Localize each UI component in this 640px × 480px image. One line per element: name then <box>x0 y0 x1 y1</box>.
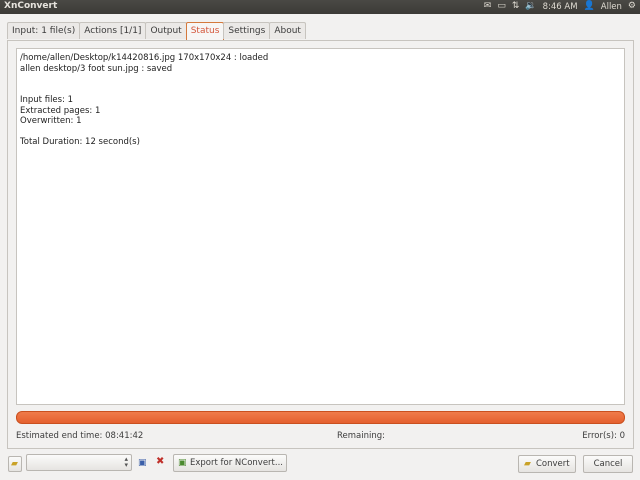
remaining-label: Remaining: <box>337 431 385 441</box>
log-line: Extracted pages: 1 <box>20 105 101 116</box>
preset-combo[interactable]: ▴ ▾ <box>26 454 132 471</box>
bottom-toolbar: ▰ ▴ ▾ ▣ ✖ ▣ Export for NConvert... ▰ Conv… <box>0 452 640 474</box>
log-line: Input files: 1 <box>20 95 74 105</box>
spinner-arrows-icon: ▴ ▾ <box>124 455 128 469</box>
mail-icon[interactable]: ✉ <box>484 1 492 12</box>
network-icon[interactable]: ⇅ <box>512 1 520 12</box>
convert-button[interactable]: ▰ Convert <box>518 455 576 473</box>
tab-bar: Input: 1 file(s) Actions [1/1] Output St… <box>7 22 306 40</box>
gear-icon[interactable]: ⚙ <box>628 1 636 12</box>
indicator-area: ✉ ▭ ⇅ 🔉 8:46 AM 👤 Allen ⚙ <box>484 1 636 12</box>
battery-icon[interactable]: ▭ <box>497 1 506 12</box>
status-log[interactable]: /home/allen/Desktop/k14420816.jpg 170x17… <box>16 48 625 405</box>
tab-settings[interactable]: Settings <box>223 22 271 39</box>
tab-status[interactable]: Status <box>185 22 225 40</box>
convert-icon: ▰ <box>524 459 531 469</box>
tab-input[interactable]: Input: 1 file(s) <box>7 22 81 39</box>
user-icon: 👤 <box>583 1 595 11</box>
status-row: Estimated end time: 08:41:42 Remaining: … <box>16 431 625 443</box>
export-icon: ▣ <box>178 458 187 468</box>
delete-icon[interactable]: ✖ <box>156 455 164 469</box>
progress-bar <box>16 411 625 424</box>
save-icon[interactable]: ▣ <box>138 456 147 470</box>
export-label: Export for NConvert... <box>190 458 283 468</box>
tab-output[interactable]: Output <box>145 22 187 39</box>
open-folder-button[interactable]: ▰ <box>8 456 22 472</box>
estimated-end-time: Estimated end time: 08:41:42 <box>16 431 144 441</box>
system-top-bar: XnConvert ✉ ▭ ⇅ 🔉 8:46 AM 👤 Allen ⚙ <box>0 0 640 14</box>
cancel-button[interactable]: Cancel <box>583 455 633 473</box>
log-line: /home/allen/Desktop/k14420816.jpg 170x17… <box>20 53 269 63</box>
folder-icon: ▰ <box>11 459 18 469</box>
convert-label: Convert <box>536 459 570 469</box>
status-panel: /home/allen/Desktop/k14420816.jpg 170x17… <box>7 40 634 449</box>
window-title: XnConvert <box>4 1 58 11</box>
tab-actions[interactable]: Actions [1/1] <box>79 22 147 39</box>
export-nconvert-button[interactable]: ▣ Export for NConvert... <box>173 454 287 472</box>
cancel-label: Cancel <box>593 459 623 469</box>
volume-icon[interactable]: 🔉 <box>525 1 536 12</box>
log-line: Overwritten: 1 <box>20 116 82 126</box>
log-line: Total Duration: 12 second(s) <box>20 137 140 147</box>
log-line: allen desktop/3 foot sun.jpg : saved <box>20 63 173 74</box>
user-name[interactable]: Allen <box>601 2 622 12</box>
error-count: Error(s): 0 <box>582 431 625 441</box>
tab-about[interactable]: About <box>269 22 306 39</box>
clock[interactable]: 8:46 AM <box>543 2 578 12</box>
